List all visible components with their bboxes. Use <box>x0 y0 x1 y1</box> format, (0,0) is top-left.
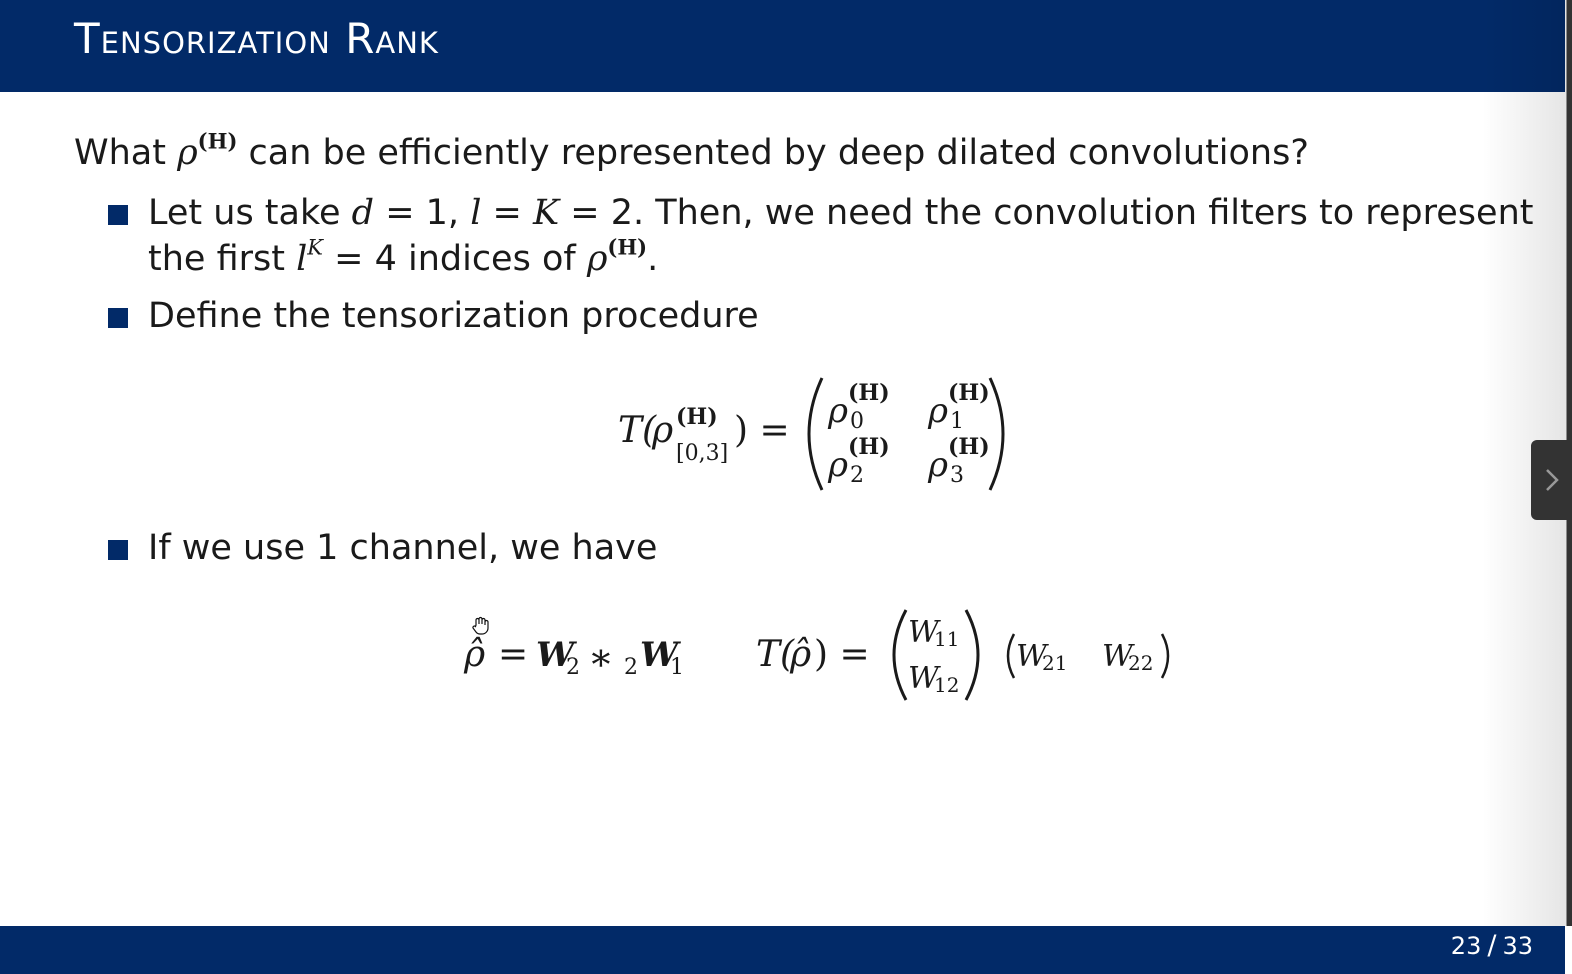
svg-text:0: 0 <box>850 409 864 434</box>
svg-text:22: 22 <box>1128 651 1153 675</box>
svg-text:2: 2 <box>624 655 638 680</box>
page-counter: 23/33 <box>1450 930 1533 961</box>
slide-title: Tensorization Rank <box>74 14 439 63</box>
matrix-cell-2: ρ <box>827 445 848 485</box>
svg-text:ρ̂: ρ̂ <box>789 634 811 675</box>
svg-text:(H): (H) <box>848 380 890 406</box>
rho-hat: ρ̂ <box>463 634 485 675</box>
right-paren <box>988 377 1005 491</box>
svg-text:) =: ) = <box>734 410 790 451</box>
svg-text:=: = <box>498 634 528 675</box>
tensorization-equation: T( ρ (H) [0,3] ) = ρ (H) 0 ρ (H) 1 ρ (H)… <box>618 377 1005 491</box>
bullet-item-1: Let us take d = 1, l = K = 2. Then, we n… <box>108 190 1533 282</box>
bullet-item-3: If we use 1 channel, we have <box>108 525 657 571</box>
svg-text:2: 2 <box>566 655 580 680</box>
svg-text:) =: ) = <box>814 634 870 675</box>
bullet-item-2: Define the tensorization procedure <box>108 293 759 339</box>
slide-header: Tensorization Rank <box>0 0 1565 92</box>
svg-text:(H): (H) <box>848 434 890 460</box>
convolution-operator: ∗ <box>588 635 614 679</box>
svg-text:12: 12 <box>934 673 959 697</box>
svg-text:(H): (H) <box>948 380 990 406</box>
bullet-marker <box>108 540 128 560</box>
svg-text:[0,3]: [0,3] <box>676 441 728 466</box>
svg-text:11: 11 <box>934 627 959 651</box>
hand-cursor-icon <box>472 616 489 635</box>
bullet-marker <box>108 308 128 328</box>
superscript-h: (H) <box>197 128 238 154</box>
svg-text:(H): (H) <box>676 404 718 430</box>
svg-text:ρ: ρ <box>651 410 673 451</box>
channel-equation: ρ̂ = W 2 ∗ 2 W 1 T( ρ̂ ) = W 11 W 12 W 2… <box>463 609 1170 701</box>
intro-question: What ρ(H) can be efficiently represented… <box>74 128 1309 173</box>
left-paren <box>807 377 824 491</box>
svg-text:21: 21 <box>1042 651 1067 675</box>
rho-symbol: ρ <box>177 133 198 173</box>
next-slide-handle[interactable] <box>1531 440 1572 520</box>
svg-text:(H): (H) <box>948 434 990 460</box>
slide-footer: 23/33 <box>0 926 1565 974</box>
svg-text:2: 2 <box>850 463 864 488</box>
chevron-right-icon <box>1546 469 1559 491</box>
matrix-cell-1: ρ <box>927 391 948 431</box>
matrix-cell-3: ρ <box>927 445 948 485</box>
matrix-cell-0: ρ <box>827 391 848 431</box>
svg-text:1: 1 <box>670 655 684 680</box>
svg-text:3: 3 <box>950 463 964 488</box>
svg-text:1: 1 <box>950 409 964 434</box>
bullet-marker <box>108 205 128 225</box>
